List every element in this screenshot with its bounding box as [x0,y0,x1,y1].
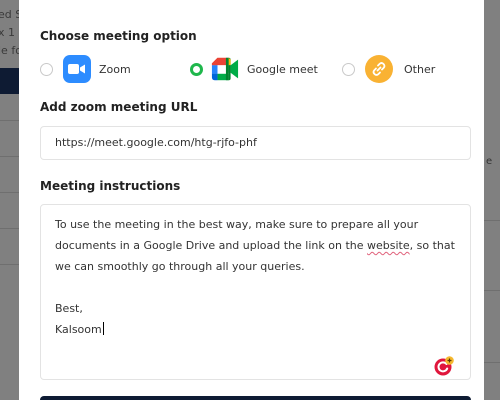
background-divider [484,290,500,291]
google-meet-label: Google meet [247,62,318,76]
instructions-line: we can smoothly go through all your quer… [55,260,305,273]
text-caret [102,322,104,335]
background-text: ed S [0,8,20,21]
zoom-radio[interactable] [40,62,53,76]
background-divider [484,220,500,221]
instructions-text: documents in a Google Drive and upload t… [55,239,367,252]
google-meet-icon [211,55,239,83]
meeting-instructions-textarea[interactable]: To use the meeting in the best way, make… [40,204,471,380]
instructions-line: To use the meeting in the best way, make… [55,218,419,231]
background-divider [0,264,20,265]
background-page-left: ed S x 1 le fo [0,0,20,400]
background-text: le fo [0,44,20,57]
meeting-option-other[interactable]: Other [342,55,435,83]
grammar-assistant-icon[interactable] [433,355,455,377]
url-title: Add zoom meeting URL [40,100,198,114]
instructions-title: Meeting instructions [40,179,181,193]
instructions-text: , so that [409,239,455,252]
background-page-right: e [484,0,500,400]
other-label: Other [404,62,436,76]
other-radio[interactable] [342,62,355,76]
google-meet-radio[interactable] [190,62,203,76]
background-divider [0,192,20,193]
meeting-url-input[interactable]: https://meet.google.com/htg-rjfo-phf [40,126,471,160]
meeting-option-zoom[interactable]: Zoom [40,55,131,83]
background-divider [0,120,20,121]
background-divider [0,228,20,229]
submit-button[interactable] [40,396,471,400]
background-divider [0,156,20,157]
instructions-text: Kalsoom [55,323,102,336]
instructions-line: documents in a Google Drive and upload t… [55,235,456,256]
meeting-option-group: Zoom Google meet Other [40,55,460,83]
meeting-option-title: Choose meeting option [40,29,197,43]
meeting-settings-modal: Choose meeting option Zoom Google meet O… [19,0,484,400]
meeting-option-google-meet[interactable]: Google meet [190,55,318,83]
spelling-error-word: website [367,239,410,252]
zoom-label: Zoom [99,62,131,76]
instructions-blank-line [55,277,456,298]
background-text: e [486,156,493,167]
instructions-line: Best, [55,302,83,315]
background-divider [484,362,500,363]
zoom-icon [63,55,91,83]
background-header-bar [0,68,20,94]
link-icon [365,55,393,83]
background-text: x 1 [0,26,16,39]
instructions-line: Kalsoom [55,319,456,340]
